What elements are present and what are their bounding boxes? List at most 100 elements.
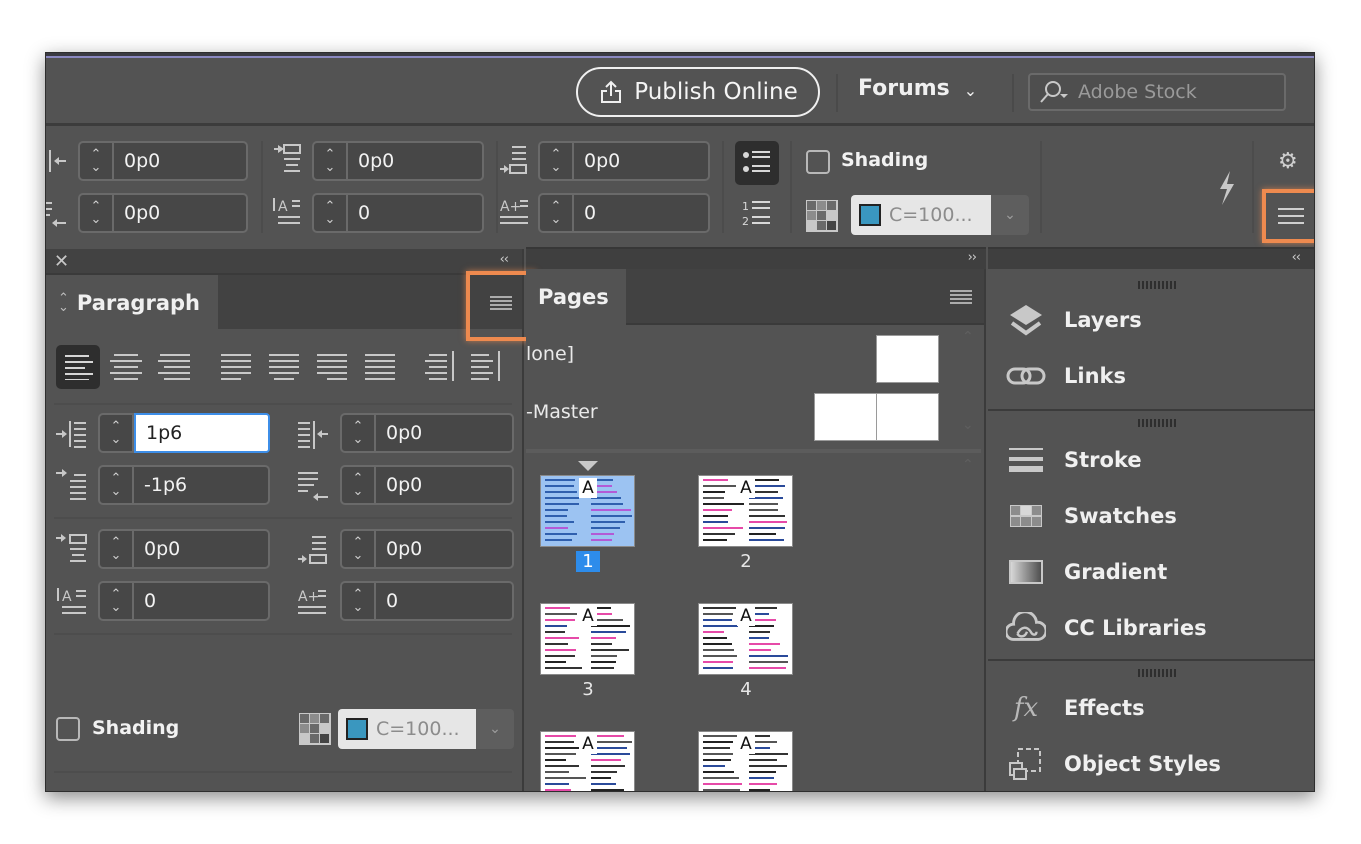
pages-dock-header: ›› — [526, 247, 986, 269]
scroll-down-icon[interactable]: ⌄ — [962, 417, 974, 433]
scroll-up-icon[interactable]: ⌃ — [962, 457, 974, 473]
align-away-from-spine-icon — [471, 351, 500, 381]
collapse-panels-icon[interactable]: ‹‹ — [1292, 250, 1301, 265]
dock-item-effects[interactable]: fx Effects — [1006, 691, 1145, 725]
last-line-right-indent-field[interactable]: ⌃ ⌄ 0p0 — [340, 465, 514, 505]
adobe-stock-input[interactable] — [1078, 81, 1278, 103]
master-a-right-thumbnail[interactable] — [876, 393, 939, 441]
page-thumbnail[interactable]: A — [540, 731, 635, 791]
stepper[interactable]: ⌃ ⌄ — [80, 195, 114, 231]
page-thumbnail[interactable]: A — [698, 475, 793, 547]
thumbnail-text-line — [749, 521, 787, 523]
last-line-right-indent-icon — [296, 469, 330, 503]
master-a-left-thumbnail[interactable] — [814, 393, 877, 441]
gear-icon[interactable]: ⚙ — [1278, 149, 1298, 174]
divider — [54, 403, 512, 405]
publish-online-label: Publish Online — [634, 79, 798, 105]
thumbnail-text-line — [703, 765, 725, 767]
grip-handle[interactable] — [1138, 419, 1178, 427]
master-none[interactable]: lone] — [526, 343, 574, 365]
space-after-field[interactable]: ⌃ ⌄ 0p0 — [340, 529, 514, 569]
justify-center-button[interactable] — [262, 345, 306, 389]
stepper[interactable]: ⌃ ⌄ — [100, 415, 134, 451]
drop-cap-chars-field[interactable]: ⌃ ⌄ 0 — [538, 193, 710, 233]
align-right-button[interactable] — [152, 345, 196, 389]
expand-panels-icon[interactable]: ›› — [968, 250, 977, 265]
dock-item-links[interactable]: Links — [1006, 359, 1126, 393]
stepper[interactable]: ⌃ ⌄ — [100, 531, 134, 567]
drop-cap-chars-icon: A+ — [296, 585, 330, 619]
stepper[interactable]: ⌃ ⌄ — [342, 467, 376, 503]
page-thumbnail[interactable]: A — [698, 603, 793, 675]
stepper[interactable]: ⌃ ⌄ — [314, 143, 348, 179]
stepper[interactable]: ⌃ ⌄ — [342, 531, 376, 567]
tab-pages[interactable]: Pages — [526, 269, 626, 325]
scroll-up-icon[interactable]: ⌃ — [962, 329, 974, 345]
page-thumbnail[interactable]: A — [540, 603, 635, 675]
pages-panel-menu-icon[interactable] — [950, 289, 972, 305]
stepper[interactable]: ⌃ ⌄ — [100, 583, 134, 619]
layers-icon — [1006, 303, 1046, 337]
shading-checkbox[interactable] — [806, 150, 830, 174]
thumbnail-text-line — [703, 503, 744, 505]
shading-checkbox[interactable] — [56, 717, 80, 741]
space-after-field[interactable]: ⌃ ⌄ 0p0 — [538, 141, 710, 181]
thumbnail-text-line — [591, 667, 614, 669]
dock-item-swatches[interactable]: Swatches — [1006, 499, 1177, 533]
left-indent-field[interactable]: ⌃ ⌄ 1p6 — [98, 413, 270, 453]
grip-handle[interactable] — [1138, 669, 1178, 677]
align-away-from-spine-button[interactable] — [464, 345, 508, 389]
shading-color-dropdown[interactable]: C=100... ⌄ — [851, 195, 1029, 235]
stepper[interactable]: ⌃ ⌄ — [100, 467, 134, 503]
thumbnail-text-line — [703, 661, 733, 663]
justify-left-button[interactable] — [214, 345, 258, 389]
stepper[interactable]: ⌃ ⌄ — [540, 143, 574, 179]
control-panel-menu-icon[interactable] — [1278, 207, 1304, 225]
drop-cap-lines-field[interactable]: ⌃ ⌄ 0 — [312, 193, 484, 233]
page-number-label: 1 — [576, 551, 600, 572]
collapse-icon[interactable]: ‹‹ — [500, 252, 509, 267]
quick-apply-lightning-icon[interactable] — [1216, 171, 1238, 205]
stepper[interactable]: ⌃ ⌄ — [342, 583, 376, 619]
bulleted-list-button[interactable] — [735, 141, 779, 185]
master-none-thumbnail[interactable] — [876, 335, 939, 383]
forums-dropdown[interactable]: Forums ⌄ — [858, 76, 977, 101]
adobe-stock-search[interactable] — [1028, 73, 1286, 111]
page-thumbnail[interactable]: A — [698, 731, 793, 791]
divider — [54, 771, 512, 773]
master-a[interactable]: -Master — [526, 401, 598, 423]
paragraph-panel-menu-icon[interactable] — [490, 295, 512, 311]
drop-cap-lines-field[interactable]: ⌃ ⌄ 0 — [98, 581, 270, 621]
align-left-button[interactable] — [56, 345, 100, 389]
justify-all-button[interactable] — [358, 345, 402, 389]
numbered-list-button[interactable]: 12 — [735, 191, 779, 235]
align-center-button[interactable] — [104, 345, 148, 389]
dock-group-1: Layers Links — [988, 269, 1314, 411]
stepper[interactable]: ⌃ ⌄ — [540, 195, 574, 231]
right-indent-field[interactable]: ⌃ ⌄ 0p0 — [340, 413, 514, 453]
dock-item-cc-libraries[interactable]: CC Libraries — [1006, 611, 1207, 645]
justify-right-button[interactable] — [310, 345, 354, 389]
drop-cap-chars-field[interactable]: ⌃ ⌄ 0 — [340, 581, 514, 621]
thumbnail-text-line — [703, 649, 734, 651]
stepper[interactable]: ⌃ ⌄ — [80, 143, 114, 179]
page-thumbnail[interactable]: A — [540, 475, 635, 547]
first-line-indent-field[interactable]: ⌃ ⌄ -1p6 — [98, 465, 270, 505]
left-indent-field[interactable]: ⌃ ⌄ 0p0 — [78, 141, 248, 181]
stepper[interactable]: ⌃ ⌄ — [342, 415, 376, 451]
dock-item-gradient[interactable]: Gradient — [1006, 555, 1167, 589]
expand-collapse-icon: ⌃ ⌄ — [58, 291, 69, 315]
dock-item-stroke[interactable]: Stroke — [1006, 443, 1142, 477]
align-towards-spine-button[interactable] — [418, 345, 462, 389]
dock-item-layers[interactable]: Layers — [1006, 303, 1142, 337]
close-icon[interactable]: ✕ — [54, 251, 69, 272]
tab-paragraph[interactable]: ⌃ ⌄ Paragraph — [46, 275, 218, 331]
dock-item-object-styles[interactable]: Object Styles — [1006, 747, 1221, 781]
stepper[interactable]: ⌃ ⌄ — [314, 195, 348, 231]
grip-handle[interactable] — [1138, 281, 1178, 289]
space-before-field[interactable]: ⌃ ⌄ 0p0 — [312, 141, 484, 181]
last-line-indent-field[interactable]: ⌃ ⌄ 0p0 — [78, 193, 248, 233]
space-before-field[interactable]: ⌃ ⌄ 0p0 — [98, 529, 270, 569]
publish-online-button[interactable]: Publish Online — [576, 67, 820, 117]
shading-color-dropdown[interactable]: C=100... ⌄ — [338, 709, 514, 749]
